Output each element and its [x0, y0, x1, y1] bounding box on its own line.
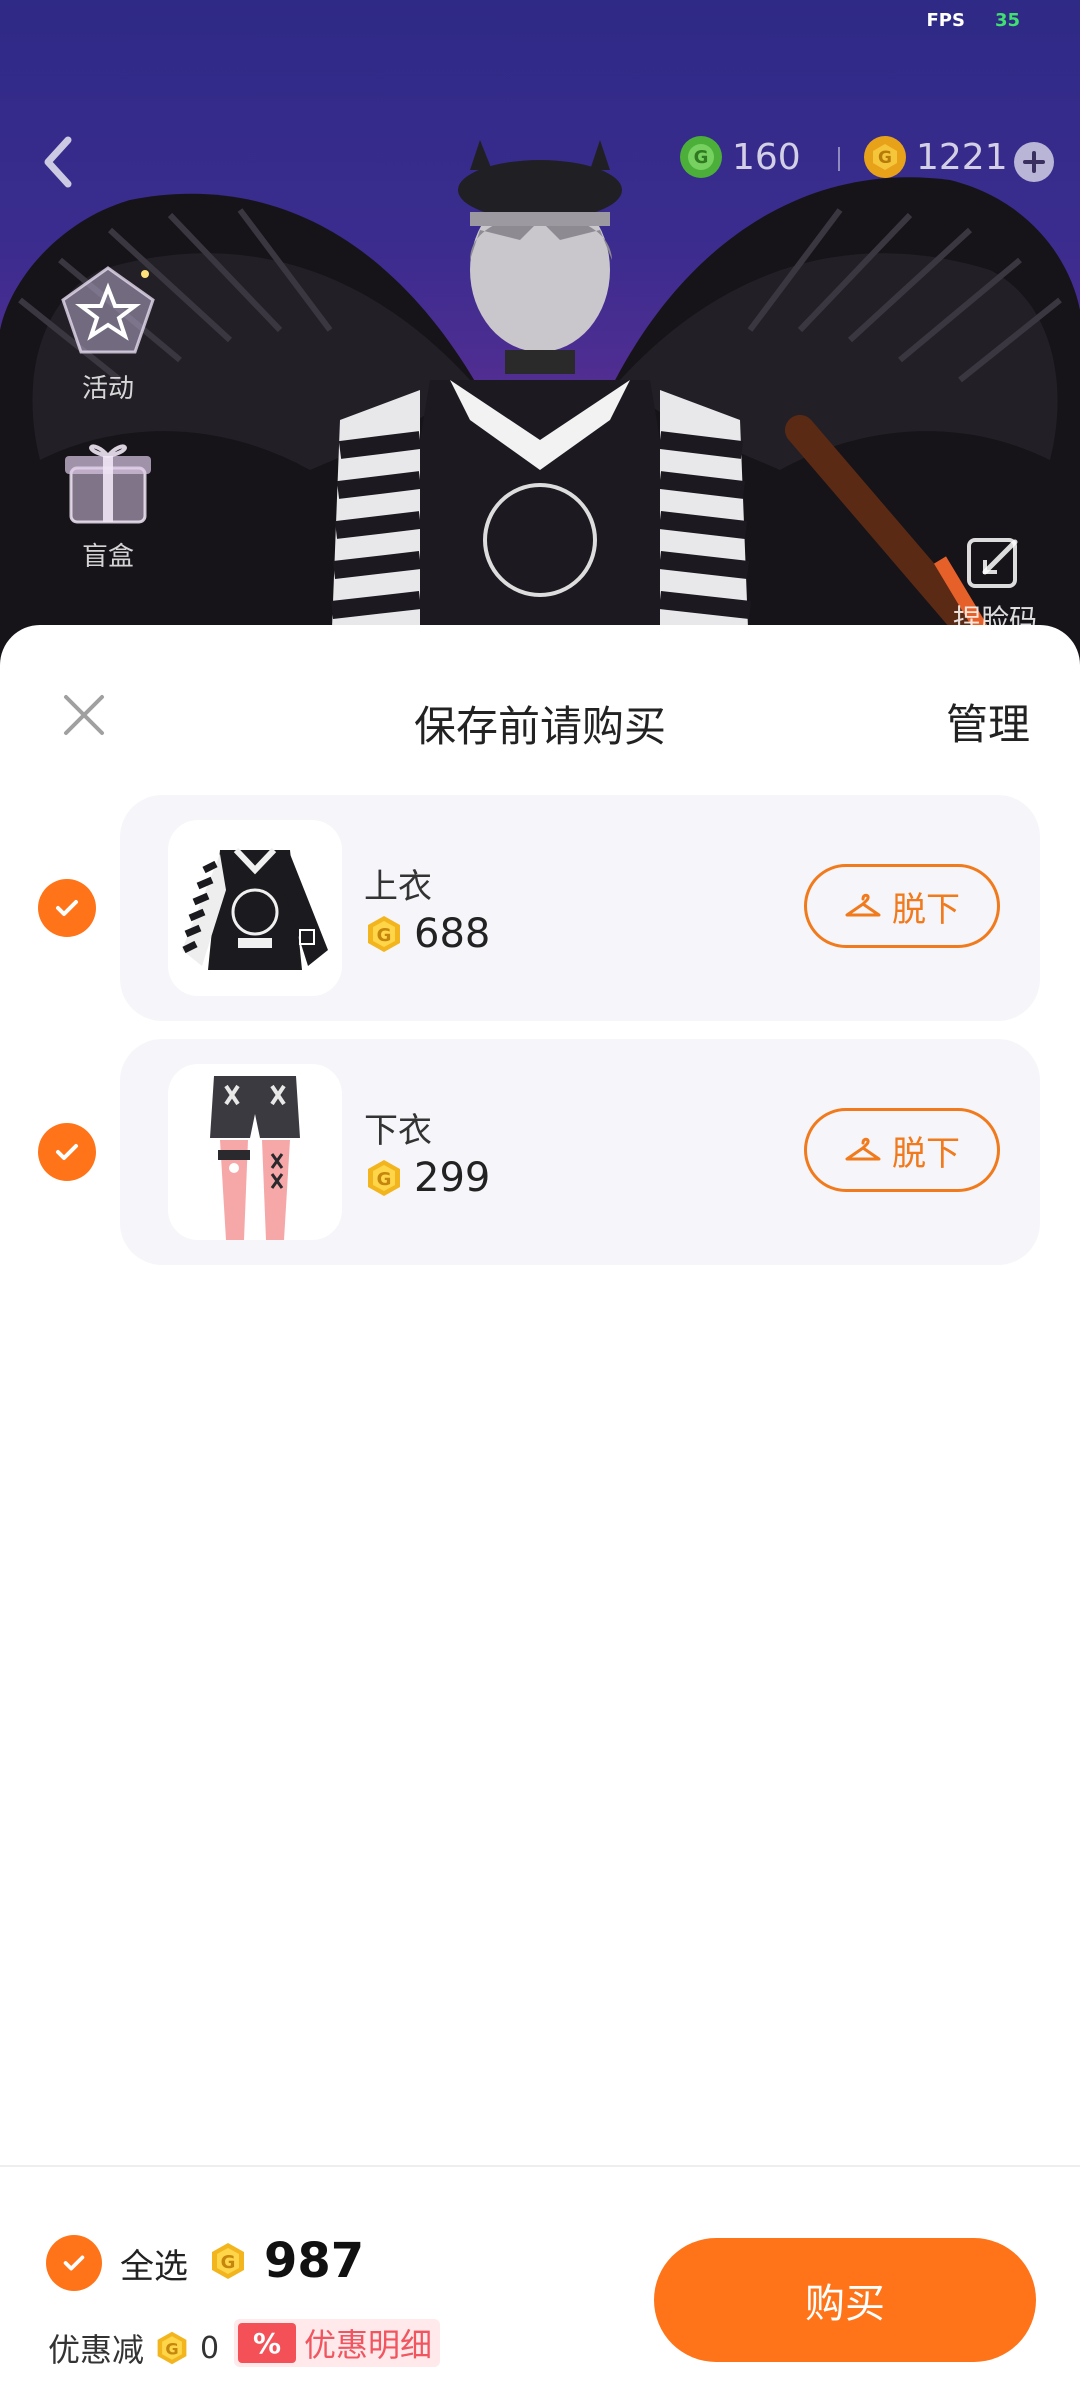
gold-coin-icon: G: [368, 916, 400, 952]
striped-jacket-image: [182, 847, 328, 970]
svg-text:G: G: [165, 2339, 178, 2358]
sidebar-item-blind-box[interactable]: 盲盒: [50, 428, 166, 573]
gold-coin-icon: G: [368, 1160, 400, 1196]
gift-box-icon: [65, 444, 151, 524]
sidebar-item-label: 活动: [81, 374, 134, 404]
purchase-sheet: 保存前请购买 管理 上衣 G 688 脱下 下衣 G 299 脱下: [0, 625, 1080, 2400]
take-off-label: 脱下: [892, 1133, 960, 1174]
select-all-toggle[interactable]: 全选: [46, 2235, 188, 2291]
buy-button[interactable]: 购买: [654, 2238, 1036, 2362]
fps-value: 35: [994, 10, 1020, 31]
item-price-amount: 688: [414, 911, 491, 957]
manage-button[interactable]: 管理: [946, 691, 1030, 752]
discount-summary: 优惠减 G 0: [48, 2325, 219, 2371]
percent-badge-icon: %: [238, 2323, 296, 2363]
svg-text:G: G: [377, 1169, 392, 1190]
plus-icon: [1023, 151, 1045, 173]
star-badge-icon: [61, 266, 155, 354]
sidebar-item-label: 盲盒: [81, 542, 134, 572]
edit-face-icon: [967, 538, 1018, 588]
total-amount: 987: [264, 2233, 365, 2289]
take-off-button[interactable]: 脱下: [804, 864, 1000, 948]
green-coin-icon: G: [680, 136, 722, 178]
item-card: 下衣 G 299 脱下: [120, 1039, 1040, 1265]
item-price: G 688: [364, 911, 490, 957]
check-icon: [63, 2255, 85, 2271]
sheet-header: 保存前请购买 管理: [0, 625, 1080, 805]
item-checkbox[interactable]: [38, 879, 96, 937]
svg-text:G: G: [878, 148, 892, 168]
gold-coin-icon: G: [212, 2243, 244, 2279]
select-all-checkbox[interactable]: [46, 2235, 102, 2291]
hanger-icon: [844, 891, 882, 921]
hanger-icon: [844, 1135, 882, 1165]
sidebar-item-activity[interactable]: 活动: [50, 260, 166, 405]
item-name: 上衣: [364, 867, 432, 907]
discount-detail-button[interactable]: % 优惠明细: [234, 2319, 441, 2367]
check-icon: [56, 900, 78, 916]
gold-coin-icon: G: [864, 136, 906, 178]
item-thumbnail: [168, 1064, 342, 1240]
fps-counter: FPS 35: [926, 10, 1020, 31]
discount-amount: 0: [200, 2330, 220, 2366]
item-thumbnail: [168, 820, 342, 996]
take-off-button[interactable]: 脱下: [804, 1108, 1000, 1192]
chevron-left-icon: [44, 136, 72, 188]
svg-text:G: G: [694, 147, 709, 168]
item-price-amount: 299: [414, 1155, 491, 1201]
list-item: 上衣 G 688 脱下: [0, 795, 1080, 1021]
currency-gold[interactable]: G 1221: [864, 136, 1008, 178]
item-price: G 299: [364, 1155, 490, 1201]
item-card: 上衣 G 688 脱下: [120, 795, 1040, 1021]
check-icon: [56, 1144, 78, 1160]
back-button[interactable]: [30, 128, 86, 196]
discount-detail-label: 优惠明细: [304, 2326, 433, 2364]
currency-green[interactable]: G 160: [680, 136, 801, 178]
item-checkbox[interactable]: [38, 1123, 96, 1181]
currency-divider: [838, 147, 840, 171]
gold-coin-amount: 1221: [916, 136, 1008, 178]
fps-label: FPS: [926, 10, 965, 31]
item-name: 下衣: [364, 1111, 432, 1151]
take-off-label: 脱下: [892, 889, 960, 930]
svg-text:G: G: [221, 2252, 236, 2273]
add-currency-button[interactable]: [1014, 142, 1054, 182]
sheet-title: 保存前请购买: [413, 702, 666, 751]
green-coin-amount: 160: [732, 136, 801, 178]
shorts-with-stockings-image: [210, 1076, 300, 1240]
gold-coin-icon: G: [157, 2331, 187, 2365]
list-item: 下衣 G 299 脱下: [0, 1039, 1080, 1265]
select-all-label: 全选: [120, 2246, 188, 2287]
pinch-face-code-button[interactable]: 捏脸码: [930, 532, 1060, 638]
svg-text:G: G: [377, 925, 392, 946]
discount-label: 优惠减: [48, 2331, 145, 2369]
total-price: G 987: [208, 2233, 364, 2289]
purchase-footer: 全选 G 987 优惠减 G 0 % 优惠明细 购买: [0, 2165, 1080, 2400]
